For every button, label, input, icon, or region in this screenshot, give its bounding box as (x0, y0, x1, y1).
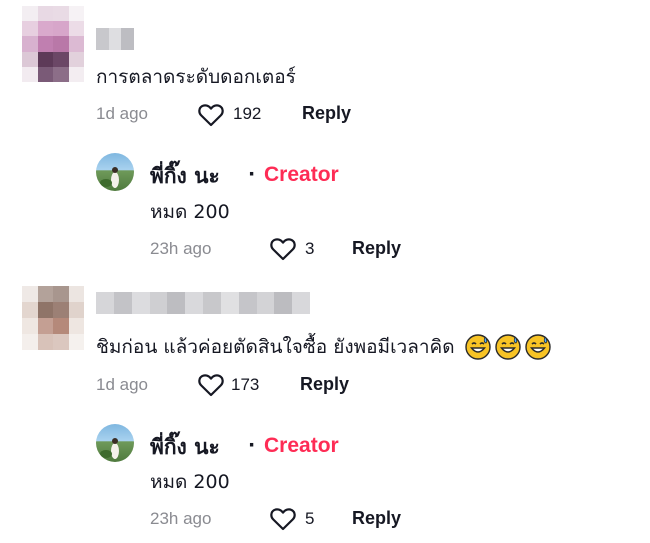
like-heart-icon[interactable] (198, 103, 224, 127)
creator-name[interactable]: พี่กิ๊ง นะ (150, 431, 220, 464)
reply-timestamp: 23h ago (150, 509, 212, 528)
like-count: 192 (233, 104, 262, 123)
name-separator: · (248, 163, 256, 185)
comment-timestamp: 1d ago (96, 375, 148, 394)
like-count: 5 (305, 509, 315, 528)
like-heart-icon[interactable] (198, 373, 224, 397)
like-count: 3 (305, 239, 315, 258)
grinning-sweat-emoji-icon (464, 334, 491, 360)
commenter-avatar[interactable] (22, 6, 84, 82)
creator-badge: Creator (264, 434, 339, 457)
reply-text: หมด 200 (150, 471, 230, 493)
comment-timestamp: 1d ago (96, 104, 148, 123)
creator-name[interactable]: พี่กิ๊ง นะ (150, 160, 220, 193)
reply-button[interactable]: Reply (300, 374, 349, 395)
like-heart-icon[interactable] (270, 237, 296, 261)
comment-text: การตลาดระดับดอกเตอร์ (96, 66, 296, 88)
reply-button[interactable]: Reply (352, 238, 401, 259)
reply-text: หมด 200 (150, 201, 230, 223)
commenter-username-blurred[interactable] (96, 28, 134, 50)
grinning-sweat-emoji-icon (524, 334, 551, 360)
like-heart-icon[interactable] (270, 507, 296, 531)
reply-button[interactable]: Reply (352, 508, 401, 529)
name-separator: · (248, 434, 256, 456)
comment-text: ชิมก่อน แล้วค่อยตัดสินใจซื้อ ยังพอมีเวลา… (96, 332, 551, 362)
reply-button[interactable]: Reply (302, 103, 351, 124)
comment-text-content: ชิมก่อน แล้วค่อยตัดสินใจซื้อ ยังพอมีเวลา… (96, 336, 455, 358)
creator-avatar[interactable] (96, 424, 134, 462)
commenter-avatar[interactable] (22, 286, 84, 350)
grinning-sweat-emoji-icon (494, 334, 521, 360)
commenter-username-blurred[interactable] (96, 292, 310, 314)
creator-badge: Creator (264, 163, 339, 186)
like-count: 173 (231, 375, 260, 394)
reply-timestamp: 23h ago (150, 239, 212, 258)
creator-avatar[interactable] (96, 153, 134, 191)
